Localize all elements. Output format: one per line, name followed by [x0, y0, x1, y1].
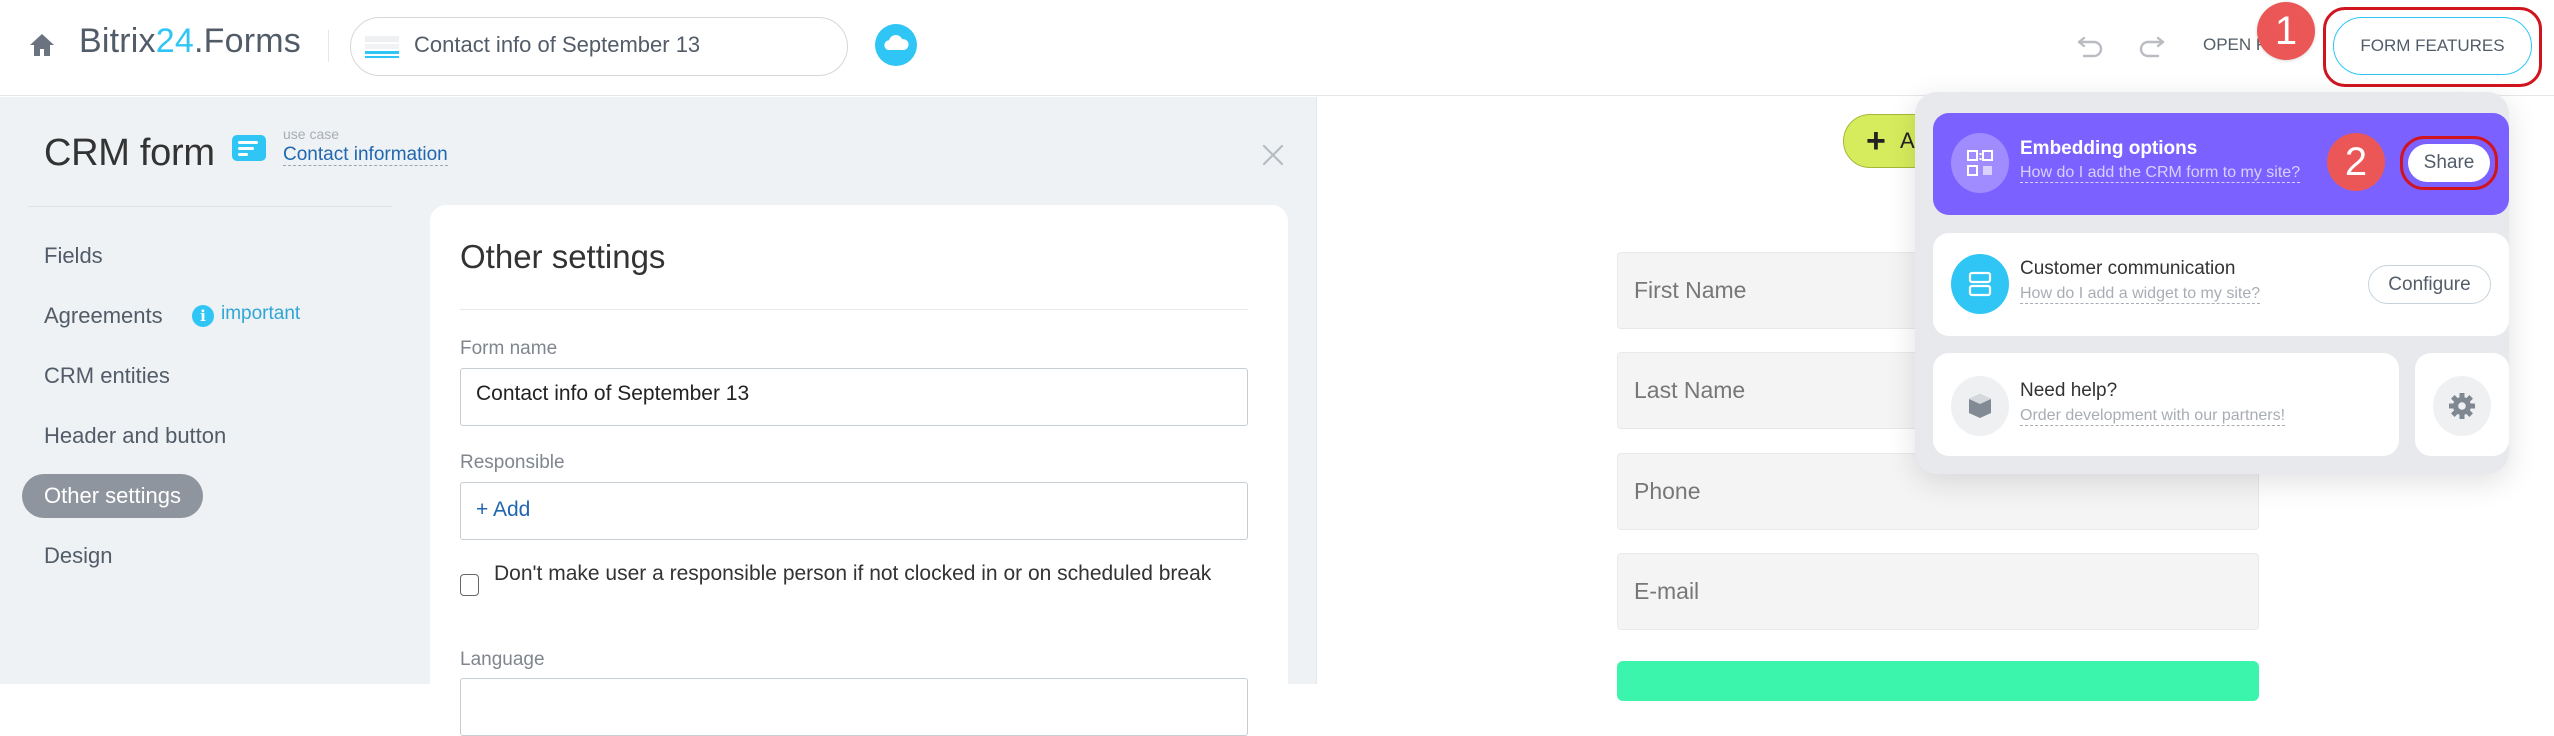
language-select[interactable] [460, 678, 1248, 736]
need-help-title: Need help? [2020, 380, 2118, 401]
field-placeholder: Last Name [1634, 377, 1746, 403]
annotation-badge-2: 2 [2327, 133, 2385, 191]
use-case-link[interactable]: Contact information [283, 144, 448, 166]
form-name-label: Form name [460, 338, 558, 359]
embedding-title: Embedding options [2020, 138, 2198, 159]
communication-title: Customer communication [2020, 258, 2236, 279]
add-responsible-button[interactable]: + Add [476, 498, 530, 522]
sidebar-item-design[interactable]: Design [22, 534, 134, 578]
form-thumbnail-icon [365, 36, 399, 58]
sidebar-item-crm-entities[interactable]: CRM entities [22, 354, 192, 398]
embedding-help-link[interactable]: How do I add the CRM form to my site? [2020, 164, 2301, 183]
use-case-caption: use case [283, 126, 340, 142]
gear-icon[interactable] [2433, 376, 2491, 436]
text-lines-icon [238, 141, 258, 156]
redo-icon[interactable] [2136, 32, 2166, 60]
logo-main: Bitrix [79, 22, 156, 60]
field-placeholder: First Name [1634, 277, 1747, 303]
important-badge[interactable]: important [221, 303, 300, 325]
form-name-value: Contact info of September 13 [476, 382, 750, 405]
annotation-badge-1: 1 [2257, 2, 2315, 60]
communication-help-link[interactable]: How do I add a widget to my site? [2020, 285, 2261, 304]
share-button[interactable]: Share [2408, 144, 2490, 182]
dont-make-responsible-checkbox[interactable] [460, 574, 479, 596]
sidebar-item-other-settings[interactable]: Other settings [22, 474, 203, 518]
home-icon[interactable] [28, 32, 56, 58]
plus-icon: + [1866, 122, 1886, 160]
header-divider [328, 30, 329, 62]
info-icon: i [192, 305, 214, 327]
cloud-icon [884, 34, 909, 50]
form-name-title[interactable]: Contact info of September 13 [414, 32, 700, 58]
logo-accent: 24 [155, 22, 194, 60]
add-field-label: A [1900, 128, 1915, 153]
preview-field-email[interactable]: E-mail [1617, 553, 2259, 630]
sidebar-item-agreements[interactable]: Agreements [22, 294, 185, 338]
widget-icon [1951, 254, 2009, 314]
cube-icon [1951, 376, 2009, 436]
preview-submit-button[interactable] [1617, 661, 2259, 701]
sidebar-item-fields[interactable]: Fields [22, 234, 125, 278]
section-divider [460, 309, 1248, 310]
configure-button[interactable]: Configure [2368, 265, 2491, 304]
section-title: Other settings [460, 238, 666, 275]
language-label: Language [460, 649, 545, 670]
undo-icon[interactable] [2076, 32, 2106, 60]
open-form-button[interactable]: OPEN F [2203, 35, 2266, 55]
qr-code-icon [1951, 133, 2009, 193]
partners-link[interactable]: Order development with our partners! [2020, 407, 2286, 426]
dont-make-responsible-label[interactable]: Don't make user a responsible person if … [494, 560, 1234, 587]
close-icon[interactable] [1262, 144, 1284, 166]
responsible-label: Responsible [460, 452, 565, 473]
panel-title: CRM form [44, 132, 215, 174]
logo-suffix: .Forms [193, 22, 301, 60]
use-case-icon [232, 135, 266, 161]
field-placeholder: Phone [1634, 478, 1701, 504]
sidebar-item-header-and-button[interactable]: Header and button [22, 414, 248, 458]
app-logo[interactable]: Bitrix24.Forms [79, 22, 301, 61]
sidebar-divider [28, 206, 392, 207]
cloud-save-button[interactable] [875, 24, 917, 66]
form-features-button[interactable]: FORM FEATURES [2333, 17, 2532, 75]
responsible-field [460, 482, 1248, 540]
field-placeholder: E-mail [1634, 578, 1700, 604]
top-header: Bitrix24.Forms Contact info of September… [0, 0, 2554, 96]
